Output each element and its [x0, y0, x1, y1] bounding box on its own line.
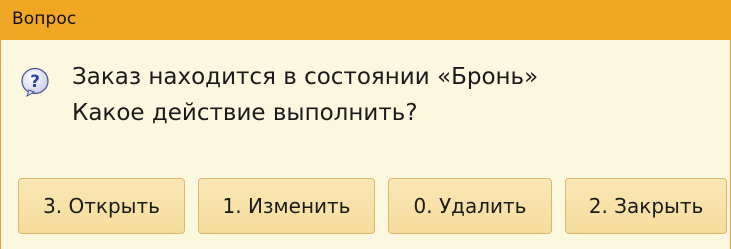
question-glyph: ?: [30, 72, 40, 92]
edit-button[interactable]: 1. Изменить: [198, 178, 375, 234]
question-icon: ?: [20, 67, 50, 98]
open-button[interactable]: 3. Открыть: [18, 178, 185, 234]
message-line-2: Какое действие выполнить?: [72, 100, 418, 126]
dialog-title: Вопрос: [12, 9, 77, 29]
dialog-titlebar[interactable]: Вопрос: [1, 0, 731, 40]
dialog-message: Заказ находится в состоянии «Бронь» Како…: [72, 59, 538, 131]
close-button[interactable]: 2. Закрыть: [565, 178, 727, 234]
question-dialog: Вопрос ? Заказ находится в состоянии «Бр…: [0, 0, 731, 249]
message-line-1: Заказ находится в состоянии «Бронь»: [72, 64, 539, 90]
delete-button[interactable]: 0. Удалить: [388, 178, 552, 234]
